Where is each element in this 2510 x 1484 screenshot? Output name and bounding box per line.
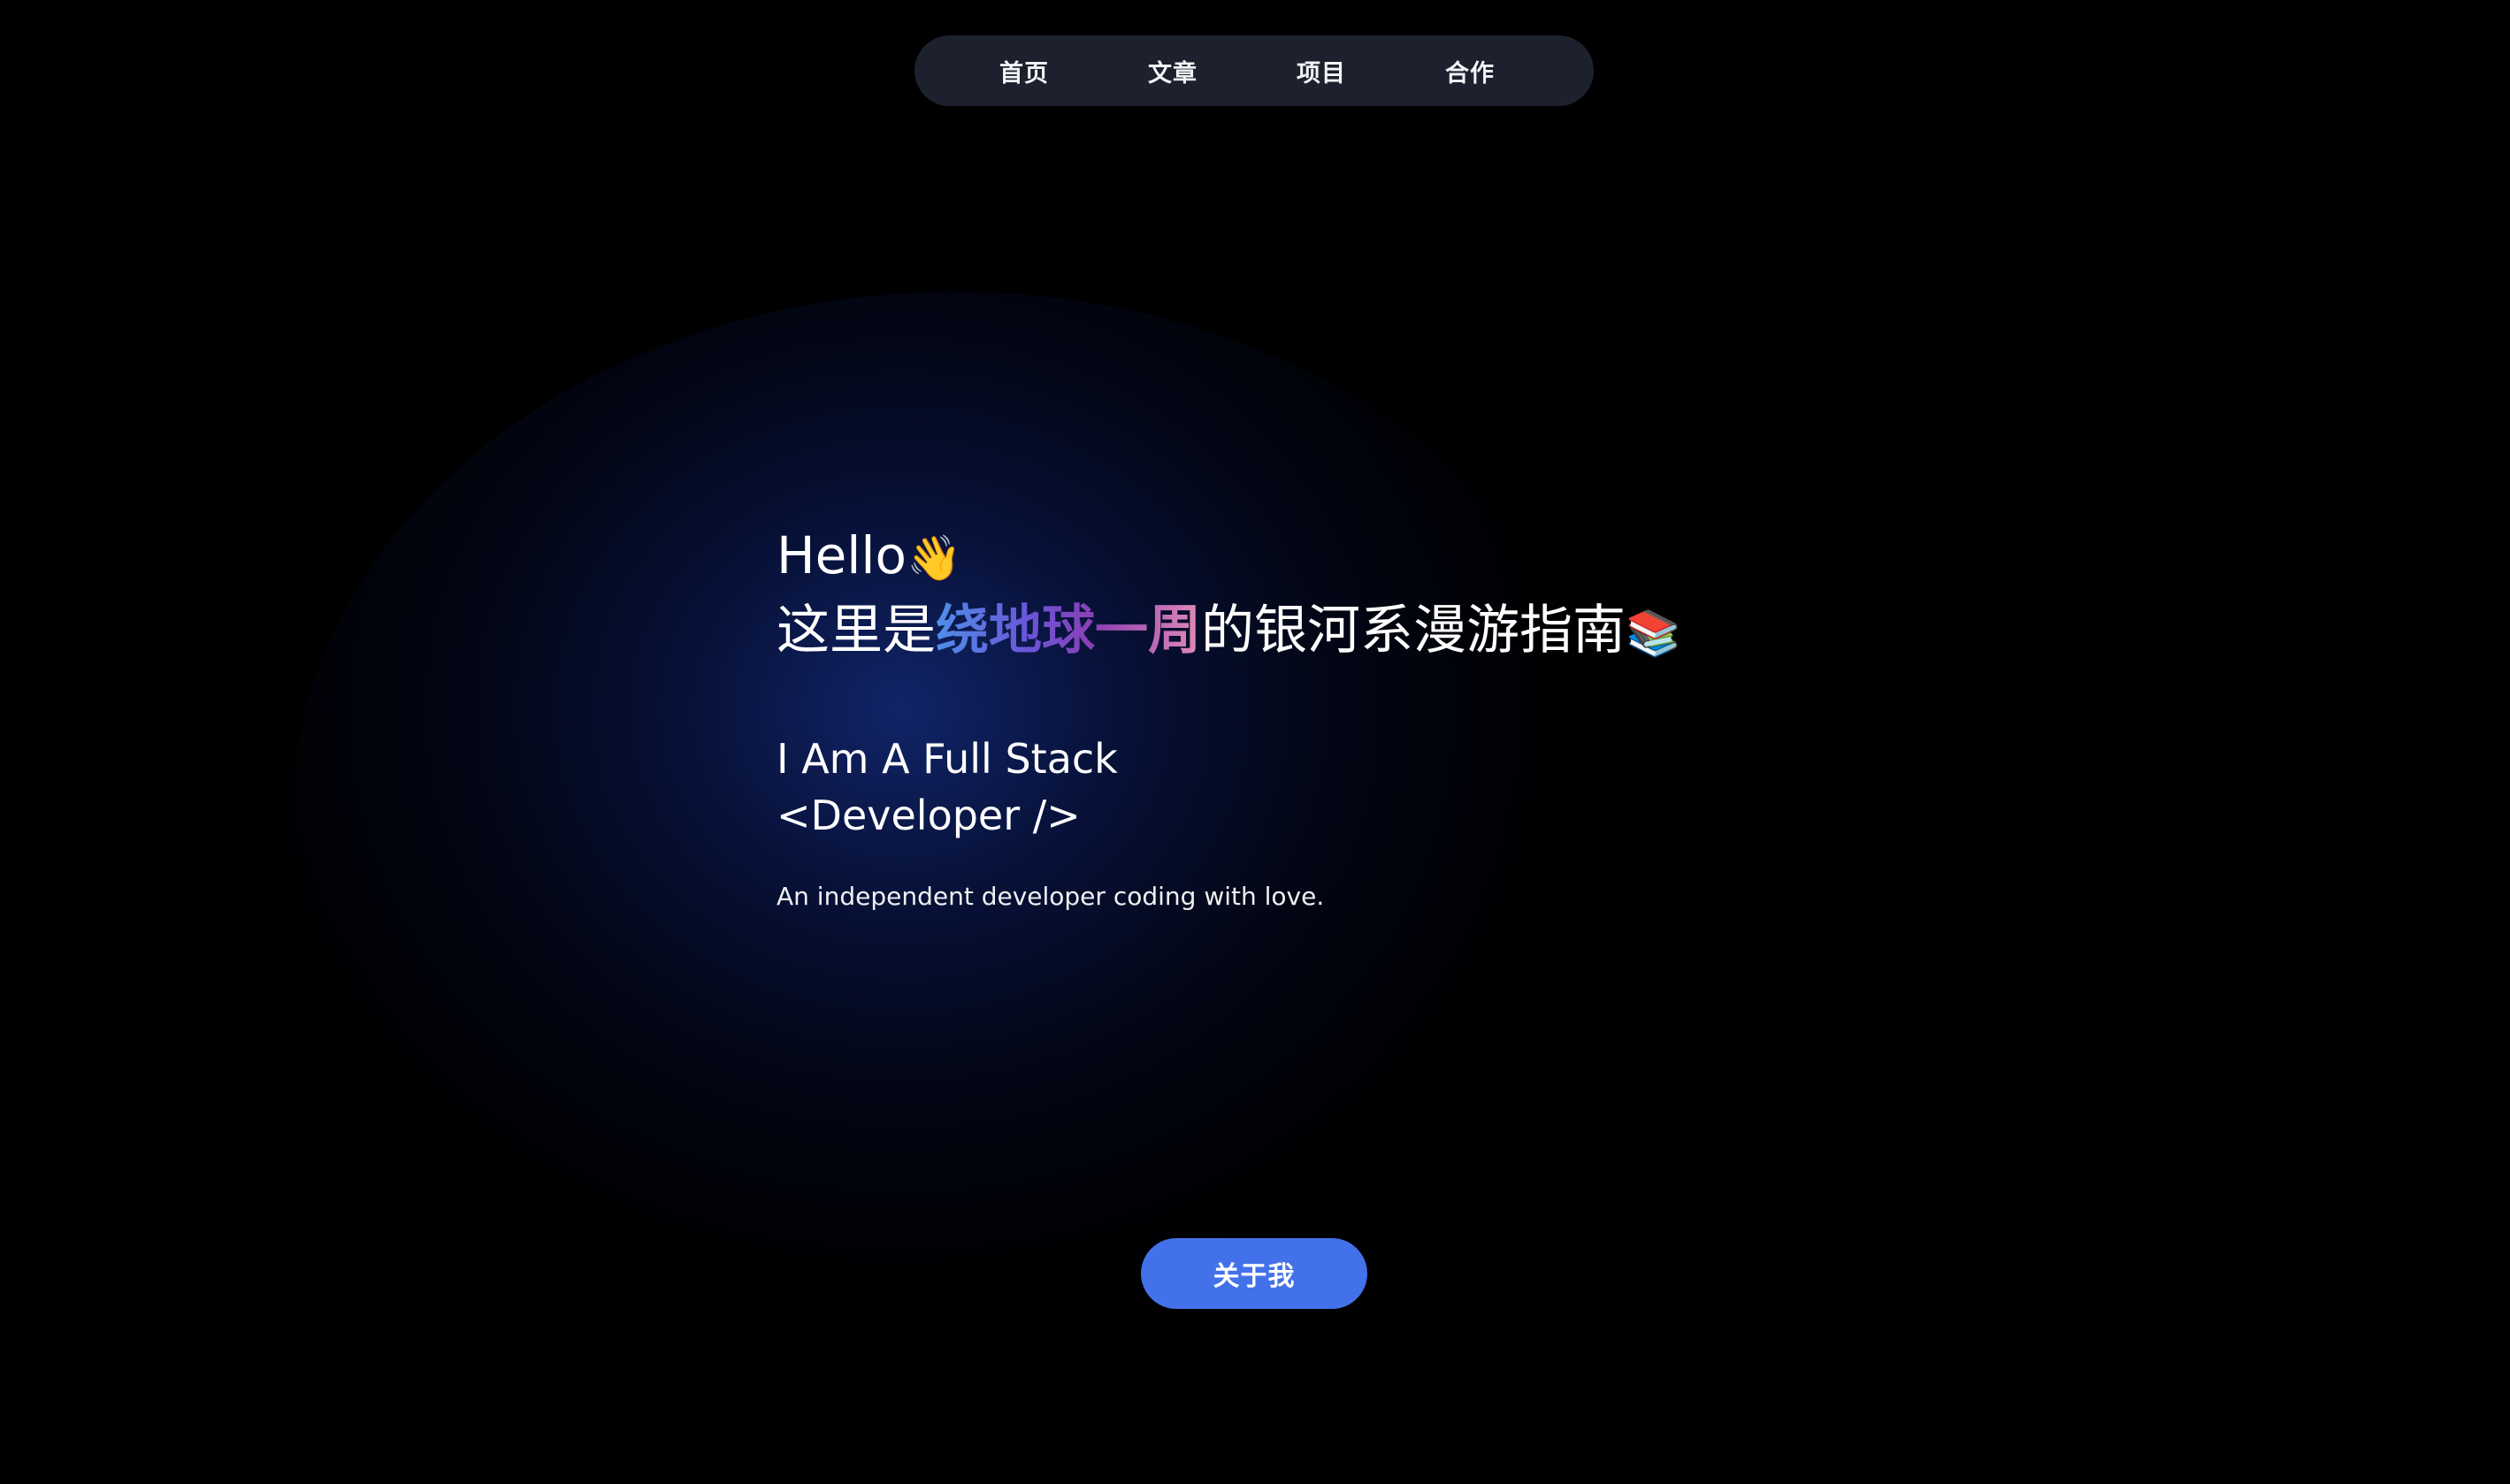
tagline-suffix: 的银河系漫游指南 [1201,600,1626,662]
nav-item-cooperation[interactable]: 合作 [1445,54,1594,88]
hero-section: Hello👋 这里是绕地球一周的银河系漫游指南📚 I Am A Full Sta… [777,520,1749,914]
greeting-line: Hello👋 [777,520,1749,593]
role-line-1: I Am A Full Stack [777,735,1118,783]
role-line-2: <Developer /> [777,792,1081,839]
role-heading: I Am A Full Stack <Developer /> [777,731,1749,844]
tagline-highlight: 绕地球一周 [936,600,1201,662]
top-nav: 首页 文章 项目 合作 [914,35,1594,106]
description: An independent developer coding with lov… [777,882,1325,911]
books-icon: 📚 [1626,608,1681,659]
greeting-text: Hello [777,525,907,585]
page: 首页 文章 项目 合作 Hello👋 这里是绕地球一周的银河系漫游指南📚 I A… [0,0,2510,1484]
tagline-prefix: 这里是 [777,600,936,662]
about-me-button[interactable]: 关于我 [1141,1238,1367,1309]
nav-item-home[interactable]: 首页 [999,54,1148,88]
waving-hand-icon: 👋 [907,532,962,584]
nav-item-projects[interactable]: 项目 [1297,54,1445,88]
tagline: 这里是绕地球一周的银河系漫游指南📚 [777,593,1749,670]
nav-item-articles[interactable]: 文章 [1148,54,1297,88]
